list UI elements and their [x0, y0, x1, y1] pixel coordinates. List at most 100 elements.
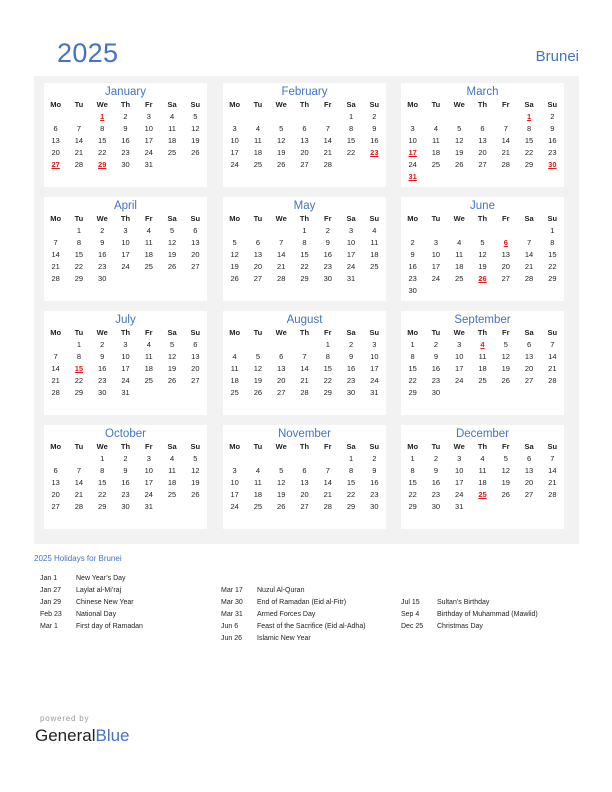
empty-day-cell	[517, 387, 540, 399]
weekday-header: Mo Tu We Th Fr Sa Su	[223, 327, 386, 339]
weekday-label: Fr	[324, 442, 332, 451]
brand-blue: Blue	[95, 726, 130, 745]
day-cell: 24	[121, 376, 130, 385]
day-cell: 7	[76, 124, 81, 133]
empty-day-cell	[270, 339, 293, 351]
day-cell: 8	[348, 124, 354, 133]
day-cell: 16	[98, 250, 107, 259]
day-cell: 12	[501, 466, 510, 475]
week-row: 27 28 29 30 31	[44, 159, 207, 171]
day-cell: 7	[503, 124, 508, 133]
day-cell: 8	[348, 466, 354, 475]
empty-day-cell	[184, 501, 207, 513]
day-cell: 21	[323, 148, 332, 157]
day-cell: 29	[408, 388, 417, 397]
weekday-header: Mo Tu We Th Fr Sa Su	[44, 213, 207, 225]
month-name: March	[466, 86, 499, 98]
month-february: February Mo Tu We Th Fr Sa Su 1 2 3 4 5 6 7 8 9 10 11 12 13 1…	[223, 83, 386, 187]
day-cell: 8	[100, 124, 105, 133]
day-cell: 24	[121, 262, 130, 271]
day-cell: 14	[300, 364, 309, 373]
day-cell: 9	[372, 124, 377, 133]
day-cell: 6	[279, 352, 284, 361]
day-cell: 15	[524, 136, 534, 145]
weekday-label: Mo	[229, 328, 241, 337]
day-cell: 15	[300, 250, 309, 259]
weekday-label: Mo	[229, 442, 241, 451]
week-row: 11 12 13 14 15 16 17	[223, 363, 386, 375]
day-cell: 18	[478, 364, 487, 373]
day-cell: 15	[98, 478, 107, 487]
day-cell: 4	[372, 226, 377, 235]
day-cell: 17	[230, 490, 239, 499]
empty-day-cell	[293, 453, 316, 465]
day-cell: 12	[277, 478, 286, 487]
weekday-label: Su	[190, 442, 201, 451]
day-cell: 25	[455, 274, 464, 283]
holiday-name: Christmas Day	[437, 623, 483, 630]
holiday-item: Jan 27 Laylat al-Mi’raj	[40, 585, 215, 597]
empty-day-cell	[44, 225, 67, 237]
day-cell: 6	[526, 454, 532, 463]
day-cell: 19	[277, 490, 286, 499]
day-cell: 14	[548, 352, 557, 361]
day-cell: 3	[457, 340, 462, 349]
holiday-column: Jul 15 Sultan’s Birthday Sep 4 Birthday of …	[401, 597, 581, 633]
day-cell: 1	[302, 226, 307, 235]
holiday-item: Jan 1 New Year’s Day	[40, 573, 215, 585]
day-cell: 19	[167, 250, 177, 259]
empty-day-cell	[246, 111, 269, 123]
day-cell: 10	[144, 124, 153, 133]
holiday-date: Mar 30	[221, 599, 243, 606]
day-cell: 28	[300, 388, 309, 397]
day-cell: 2	[100, 226, 105, 235]
day-cell: 25	[144, 262, 153, 271]
week-row: 21 22 23 24 25 26 27	[44, 261, 207, 273]
month-name: September	[454, 314, 511, 326]
year-title: 2025	[57, 38, 119, 68]
month-november: November Mo Tu We Th Fr Sa Su 1 2 3 4 5 6 7 8 9 10 11 12 13 1…	[223, 425, 386, 529]
month-december: December Mo Tu We Th Fr Sa Su 1 2 3 4 5 6 7 8 9 10 11 12 13 1…	[401, 425, 564, 529]
week-row: 25 26 27 28 29 30 31	[223, 387, 386, 399]
day-cell: 14	[548, 466, 557, 475]
empty-day-cell	[494, 501, 517, 513]
empty-day-cell	[44, 453, 67, 465]
holiday-name: First day of Ramadan	[76, 623, 143, 630]
weekday-header: Mo Tu We Th Fr Sa Su	[44, 327, 207, 339]
weekday-label: Su	[369, 214, 380, 223]
day-cell: 12	[191, 466, 200, 475]
month-may: May Mo Tu We Th Fr Sa Su 1 2 3 4 5 6 7 8 9 10 11 12 13 14 15 16…	[223, 197, 386, 301]
day-cell: 12	[478, 250, 487, 259]
weekday-label: Sa	[524, 214, 534, 223]
weekday-label: Mo	[407, 100, 419, 109]
empty-day-cell	[184, 159, 207, 171]
day-cell: 9	[123, 466, 128, 475]
day-cell: 2	[372, 112, 377, 121]
day-cell: 26	[167, 376, 177, 385]
month-name: January	[105, 86, 146, 98]
week-row: 9 10 11 12 13 14 15	[401, 249, 564, 261]
empty-day-cell	[270, 111, 293, 123]
week-row: 1 2 3 4 5 6 7	[401, 453, 564, 465]
week-row: 4 5 6 7 8 9 10	[223, 351, 386, 363]
holiday-day-cell: 1	[526, 112, 532, 121]
day-cell: 16	[121, 136, 130, 145]
day-cell: 25	[431, 160, 441, 169]
day-cell: 31	[144, 160, 153, 169]
day-cell: 7	[53, 238, 58, 247]
week-row: 1 2 3	[223, 339, 386, 351]
week-row: 6 7 8 9 10 11 12	[44, 465, 207, 477]
weekday-label: Tu	[253, 100, 263, 109]
month-june: June Mo Tu We Th Fr Sa Su 1 2 3 4 5 6 7 8 9 10 11 12 13 14 15 1…	[401, 197, 564, 301]
day-cell: 26	[455, 160, 464, 169]
weekday-label: We	[453, 442, 465, 451]
day-cell: 15	[408, 478, 417, 487]
day-cell: 5	[193, 112, 198, 121]
week-row: 22 23 24 25 26 27 28	[401, 489, 564, 501]
day-cell: 30	[98, 274, 107, 283]
empty-day-cell	[471, 111, 494, 123]
empty-day-cell	[401, 111, 424, 123]
week-row: 16 17 18 19 20 21 22	[401, 261, 564, 273]
day-cell: 15	[74, 250, 84, 259]
weekday-label: Sa	[346, 328, 356, 337]
